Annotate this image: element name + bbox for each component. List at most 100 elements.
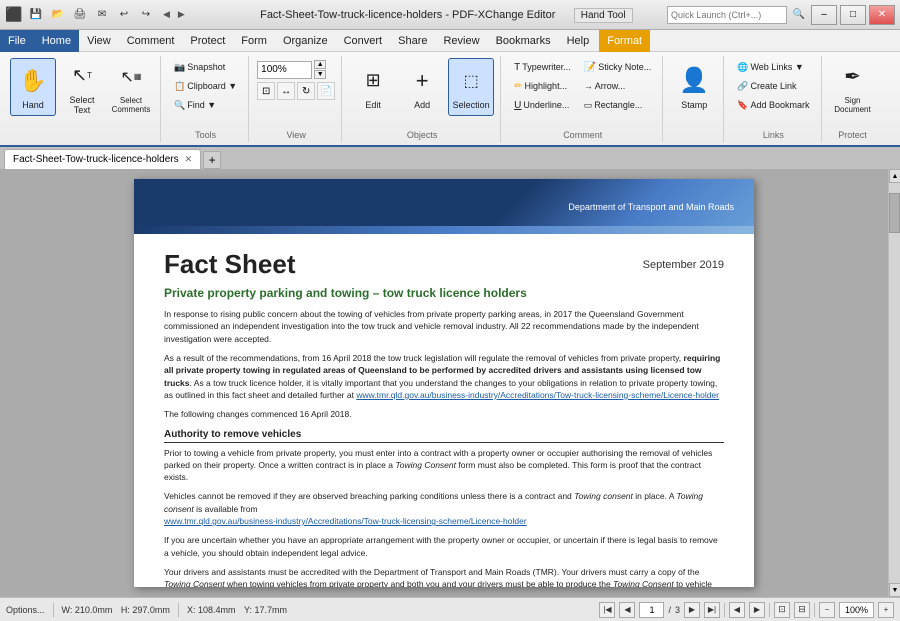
snapshot-button[interactable]: 📷 Snapshot xyxy=(169,58,242,76)
doc-tab-label-0: Fact-Sheet-Tow-truck-licence-holders xyxy=(13,154,179,165)
add-bookmark-button[interactable]: 🔖 Add Bookmark xyxy=(732,96,814,114)
para-0: In response to rising public concern abo… xyxy=(164,308,724,345)
stamp-button[interactable]: 👤 Stamp xyxy=(671,58,717,116)
select-text-button[interactable]: ↖T SelectText xyxy=(59,58,105,116)
rectangle-button[interactable]: ▭ Rectangle... xyxy=(579,96,656,114)
add-object-button[interactable]: + Add xyxy=(399,58,445,116)
scrollbar-track[interactable] xyxy=(889,183,900,583)
menu-item-protect[interactable]: Protect xyxy=(182,30,233,52)
undo-icon[interactable]: ↩ xyxy=(115,6,133,24)
create-link-button[interactable]: 🔗 Create Link xyxy=(732,77,814,95)
fit-width-btn[interactable]: ↔ xyxy=(277,82,295,100)
scrollbar-thumb[interactable] xyxy=(889,193,900,233)
section-para-0-1: Vehicles cannot be removed if they are o… xyxy=(164,490,724,527)
menu-item-bookmarks[interactable]: Bookmarks xyxy=(488,30,559,52)
highlight-label: Highlight... xyxy=(525,81,568,91)
sep-1 xyxy=(53,603,54,617)
selection-label: Selection xyxy=(453,100,490,110)
selection-button[interactable]: ⬚ Selection xyxy=(448,58,494,116)
menu-item-format[interactable]: Format xyxy=(599,30,650,52)
nav-forward-icon[interactable]: ▶ xyxy=(178,9,185,20)
email-icon[interactable]: ✉ xyxy=(93,6,111,24)
section-para-0-0: Prior to towing a vehicle from private p… xyxy=(164,447,724,484)
add-tab-button[interactable]: + xyxy=(203,151,221,169)
back-nav-btn[interactable]: ◀ xyxy=(729,602,745,618)
first-page-btn[interactable]: |◀ xyxy=(599,602,615,618)
zoom-status-input[interactable] xyxy=(839,602,874,618)
prev-page-btn[interactable]: ◀ xyxy=(619,602,635,618)
menu-item-convert[interactable]: Convert xyxy=(336,30,391,52)
group-label-tools2: Tools xyxy=(195,128,216,140)
select-comments-button[interactable]: ↖▦ SelectComments xyxy=(108,58,154,116)
current-page-input[interactable] xyxy=(639,602,664,618)
print-icon[interactable]: 🖨 xyxy=(71,6,89,24)
underline-button[interactable]: U Underline... xyxy=(509,96,576,114)
rotate-btn[interactable]: ↻ xyxy=(297,82,315,100)
hand-label: Hand xyxy=(22,100,44,110)
group-label-comment: Comment xyxy=(563,128,602,140)
zoom-input[interactable]: 100% xyxy=(257,61,312,79)
forward-nav-btn[interactable]: ▶ xyxy=(749,602,765,618)
stamp-icon: 👤 xyxy=(678,65,710,97)
search-icon[interactable]: 🔍 xyxy=(790,6,808,24)
menu-item-share[interactable]: Share xyxy=(390,30,435,52)
ribbon-group-view: 100% ▲ ▼ ⊡ ↔ ↻ 📄 View xyxy=(251,56,342,142)
clipboard-button[interactable]: 📋 Clipboard ▼ xyxy=(169,77,242,95)
quick-launch-input[interactable] xyxy=(667,6,787,24)
zoom-value: 100% xyxy=(261,64,287,75)
single-page-btn[interactable]: ⊡ xyxy=(774,602,790,618)
options-label: Options... xyxy=(6,605,45,615)
page-view-btn[interactable]: 📄 xyxy=(317,82,335,100)
doc-tab-0[interactable]: Fact-Sheet-Tow-truck-licence-holders ✕ xyxy=(4,149,201,169)
menu-item-help[interactable]: Help xyxy=(559,30,598,52)
web-links-icon: 🌐 xyxy=(737,62,748,73)
menu-item-organize[interactable]: Organize xyxy=(275,30,336,52)
last-page-btn[interactable]: ▶| xyxy=(704,602,720,618)
edit-icon: ⊞ xyxy=(357,65,389,97)
group-label-links: Links xyxy=(763,128,784,140)
close-button[interactable]: ✕ xyxy=(869,5,895,25)
fit-page-btn[interactable]: ⊡ xyxy=(257,82,275,100)
folder-open-icon[interactable]: 📂 xyxy=(49,6,67,24)
arrow-button[interactable]: → Arrow... xyxy=(579,77,656,95)
save-icon[interactable]: 💾 xyxy=(27,6,45,24)
find-button[interactable]: 🔍 Find ▼ xyxy=(169,96,242,114)
next-page-btn[interactable]: ▶ xyxy=(684,602,700,618)
zoom-up-btn[interactable]: ▲ xyxy=(314,60,326,69)
hand-tool-button[interactable]: ✋ Hand xyxy=(10,58,56,116)
scroll-up-btn[interactable]: ▲ xyxy=(889,169,900,183)
maximize-button[interactable]: □ xyxy=(840,5,866,25)
menu-item-home[interactable]: Home xyxy=(34,30,79,52)
minimize-button[interactable]: – xyxy=(811,5,837,25)
group-label-protect: Protect xyxy=(838,128,867,140)
add-label: Add xyxy=(414,100,430,110)
menu-item-file[interactable]: File xyxy=(0,30,34,52)
redo-icon[interactable]: ↪ xyxy=(137,6,155,24)
options-item[interactable]: Options... xyxy=(6,605,45,615)
scroll-down-btn[interactable]: ▼ xyxy=(889,583,900,597)
edit-object-button[interactable]: ⊞ Edit xyxy=(350,58,396,116)
menu-item-form[interactable]: Form xyxy=(233,30,275,52)
doc-tab-close-0[interactable]: ✕ xyxy=(185,154,193,165)
select-text-icon: ↖T xyxy=(66,60,98,92)
zoom-in-btn[interactable]: + xyxy=(878,602,894,618)
zoom-down-btn[interactable]: ▼ xyxy=(314,70,326,79)
menu-item-view[interactable]: View xyxy=(79,30,119,52)
edit-label: Edit xyxy=(365,100,381,110)
menu-item-comment[interactable]: Comment xyxy=(119,30,183,52)
web-links-button[interactable]: 🌐 Web Links ▼ xyxy=(732,58,814,76)
width-label: W: 210.0mm xyxy=(62,605,113,615)
select-comments-icon: ↖▦ xyxy=(115,61,147,93)
nav-back-icon[interactable]: ◀ xyxy=(163,9,170,20)
dimensions-item: W: 210.0mm H: 297.0mm xyxy=(62,605,170,615)
sign-document-button[interactable]: ✒ SignDocument xyxy=(830,58,876,116)
underline-label: Underline... xyxy=(523,100,569,110)
highlight-button[interactable]: ✏ Highlight... xyxy=(509,77,576,95)
zoom-out-btn[interactable]: − xyxy=(819,602,835,618)
typewriter-button[interactable]: T Typewriter... xyxy=(509,58,576,76)
menu-item-review[interactable]: Review xyxy=(435,30,487,52)
sep-5 xyxy=(814,603,815,617)
sticky-note-button[interactable]: 📝 Sticky Note... xyxy=(579,58,656,76)
two-page-btn[interactable]: ⊟ xyxy=(794,602,810,618)
title-left: ⬛ 💾 📂 🖨 ✉ ↩ ↪ ◀ ▶ xyxy=(5,6,226,24)
